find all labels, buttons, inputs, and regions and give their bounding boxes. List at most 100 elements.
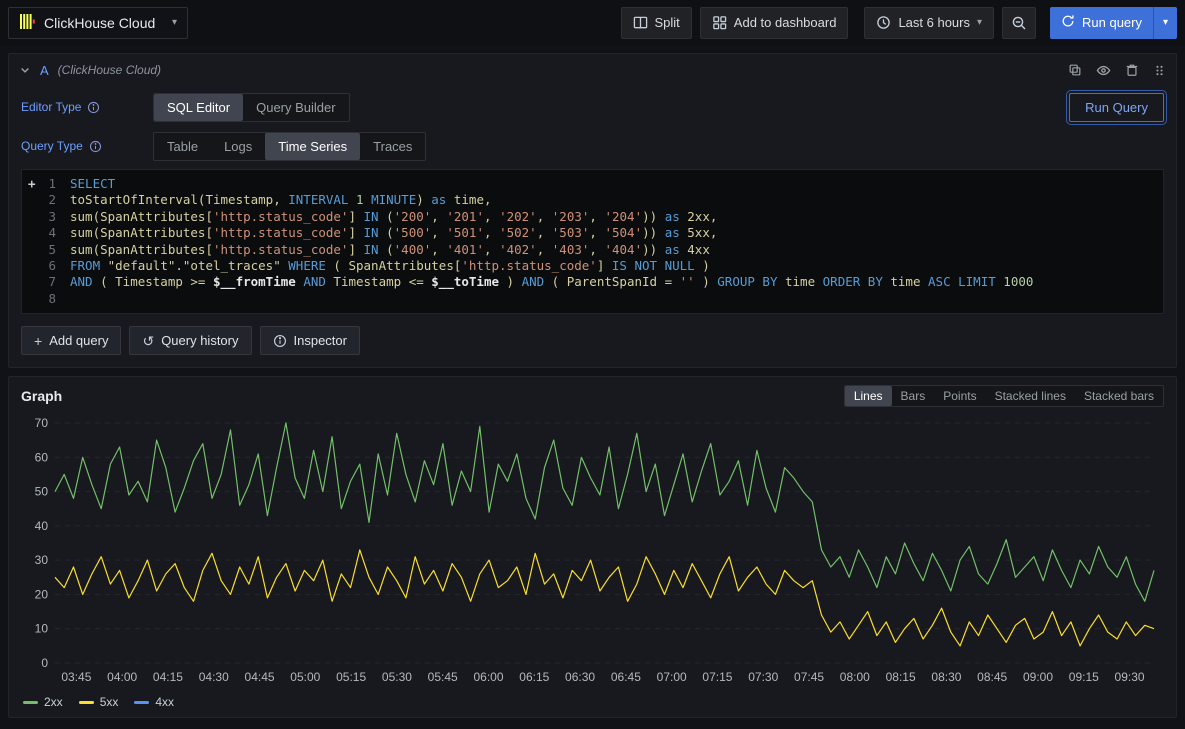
history-icon: ↺ <box>142 334 154 348</box>
add-line-icon: + <box>28 176 36 192</box>
svg-text:40: 40 <box>35 519 49 533</box>
display-mode-toggle: LinesBarsPointsStacked linesStacked bars <box>844 385 1164 407</box>
editor-type-sql-editor[interactable]: SQL Editor <box>154 94 243 121</box>
svg-text:09:15: 09:15 <box>1069 670 1099 684</box>
time-series-chart[interactable]: 01020304050607003:4504:0004:1504:3004:45… <box>21 411 1166 689</box>
editor-type-query-builder[interactable]: Query Builder <box>243 94 348 121</box>
svg-text:0: 0 <box>41 656 48 670</box>
remove-query-button[interactable] <box>1125 63 1139 77</box>
time-range-label: Last 6 hours <box>898 15 970 30</box>
datasource-picker[interactable]: ClickHouse Cloud ▾ <box>8 7 188 39</box>
svg-text:05:30: 05:30 <box>382 670 412 684</box>
editor-type-label: Editor Type <box>21 100 81 114</box>
chart-legend: 2xx 5xx 4xx <box>21 692 1164 711</box>
code-line: sum(SpanAttributes['http.status_code'] I… <box>70 209 1159 225</box>
legend-swatch <box>23 701 38 704</box>
sync-icon <box>1061 14 1075 31</box>
line-number: 4 <box>22 225 70 241</box>
svg-text:04:00: 04:00 <box>107 670 137 684</box>
clock-icon <box>876 15 891 30</box>
query-datasource-hint: (ClickHouse Cloud) <box>58 63 161 77</box>
zoom-out-button[interactable] <box>1002 7 1036 39</box>
svg-text:06:00: 06:00 <box>473 670 503 684</box>
query-type-label: Query Type <box>21 139 83 153</box>
code-line: toStartOfInterval(Timestamp, INTERVAL 1 … <box>70 192 1159 208</box>
line-number: 2 <box>22 192 70 208</box>
query-type-label-group: Query Type <box>21 139 153 153</box>
svg-text:06:15: 06:15 <box>519 670 549 684</box>
display-mode-lines[interactable]: Lines <box>845 386 892 406</box>
run-query-button[interactable]: Run query <box>1050 7 1153 39</box>
sql-code[interactable]: SELECTtoStartOfInterval(Timestamp, INTER… <box>70 176 1159 307</box>
svg-text:09:30: 09:30 <box>1115 670 1145 684</box>
display-mode-stacked-bars[interactable]: Stacked bars <box>1075 386 1163 406</box>
drag-handle[interactable] <box>1153 64 1166 77</box>
run-query-editor-button[interactable]: Run Query <box>1069 93 1164 122</box>
grip-icon <box>1153 64 1166 77</box>
time-range-picker[interactable]: Last 6 hours ▾ <box>864 7 994 39</box>
legend-item-4xx[interactable]: 4xx <box>134 695 174 709</box>
line-number: 7 <box>22 274 70 290</box>
svg-text:04:45: 04:45 <box>245 670 275 684</box>
query-type-toggle: TableLogsTime SeriesTraces <box>153 132 426 161</box>
query-type-time-series[interactable]: Time Series <box>265 133 360 160</box>
display-mode-points[interactable]: Points <box>934 386 985 406</box>
chart-area: 01020304050607003:4504:0004:1504:3004:45… <box>21 411 1164 692</box>
svg-text:70: 70 <box>35 416 49 430</box>
legend-item-5xx[interactable]: 5xx <box>79 695 119 709</box>
legend-swatch <box>134 701 149 704</box>
sql-editor[interactable]: +12345678 SELECTtoStartOfInterval(Timest… <box>21 169 1164 314</box>
line-number: 3 <box>22 209 70 225</box>
datasource-label: ClickHouse Cloud <box>44 15 164 31</box>
query-type-traces[interactable]: Traces <box>360 133 425 160</box>
query-history-button[interactable]: ↺ Query history <box>129 326 251 355</box>
query-history-label: Query history <box>161 333 238 348</box>
svg-text:08:15: 08:15 <box>886 670 916 684</box>
graph-panel-title: Graph <box>21 388 62 404</box>
display-mode-bars[interactable]: Bars <box>892 386 935 406</box>
add-to-dashboard-button[interactable]: Add to dashboard <box>700 7 849 39</box>
query-type-logs[interactable]: Logs <box>211 133 265 160</box>
info-icon[interactable] <box>89 140 102 153</box>
legend-label: 4xx <box>155 695 174 709</box>
code-line: SELECT <box>70 176 1159 192</box>
svg-text:06:30: 06:30 <box>565 670 595 684</box>
code-line <box>70 291 1159 307</box>
disable-query-button[interactable] <box>1096 63 1111 78</box>
run-query-label: Run query <box>1082 15 1142 30</box>
zoom-out-icon <box>1011 15 1027 31</box>
svg-text:05:45: 05:45 <box>428 670 458 684</box>
legend-item-2xx[interactable]: 2xx <box>23 695 63 709</box>
trash-icon <box>1125 63 1139 77</box>
apps-icon <box>712 15 727 30</box>
split-label: Split <box>655 15 680 30</box>
add-to-dashboard-label: Add to dashboard <box>734 15 837 30</box>
run-query-dropdown[interactable]: ▾ <box>1153 7 1177 39</box>
svg-text:08:30: 08:30 <box>931 670 961 684</box>
query-row-header: A (ClickHouse Cloud) <box>9 54 1176 86</box>
svg-text:05:15: 05:15 <box>336 670 366 684</box>
split-button[interactable]: Split <box>621 7 692 39</box>
duplicate-query-button[interactable] <box>1068 63 1082 77</box>
editor-type-row: Editor Type SQL EditorQuery Builder Run … <box>21 91 1164 123</box>
editor-type-toggle: SQL EditorQuery Builder <box>153 93 350 122</box>
line-number: 5 <box>22 242 70 258</box>
line-number-gutter: +12345678 <box>22 176 70 307</box>
chevron-down-icon: ▾ <box>172 18 177 28</box>
query-ref-id[interactable]: A <box>40 63 49 78</box>
query-type-table[interactable]: Table <box>154 133 211 160</box>
inspector-button[interactable]: Inspector <box>260 326 360 355</box>
info-icon[interactable] <box>87 101 100 114</box>
add-query-button[interactable]: + Add query <box>21 326 121 355</box>
collapse-query-icon[interactable] <box>19 64 31 76</box>
code-line: sum(SpanAttributes['http.status_code'] I… <box>70 225 1159 241</box>
split-icon <box>633 15 648 30</box>
svg-text:08:45: 08:45 <box>977 670 1007 684</box>
svg-text:50: 50 <box>35 485 49 499</box>
toolbar-actions: Split Add to dashboard Last 6 hours ▾ <box>621 7 1178 39</box>
svg-text:05:00: 05:00 <box>290 670 320 684</box>
chevron-down-icon: ▾ <box>977 18 982 28</box>
code-line: sum(SpanAttributes['http.status_code'] I… <box>70 242 1159 258</box>
display-mode-stacked-lines[interactable]: Stacked lines <box>986 386 1075 406</box>
top-bar: ClickHouse Cloud ▾ Split Add to dashboar… <box>0 0 1185 45</box>
